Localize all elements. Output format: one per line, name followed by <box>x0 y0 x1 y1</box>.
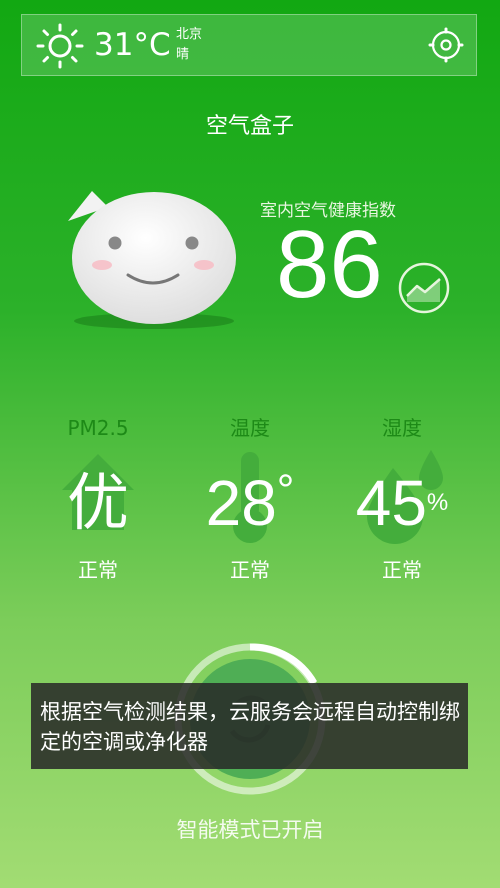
mascot-face-icon <box>68 191 236 329</box>
metric-value: 28° <box>205 466 295 539</box>
metric-title: PM2.5 <box>67 416 129 440</box>
metric-temperature[interactable]: 温度 28° 正常 <box>174 412 326 583</box>
health-index-value: 86 <box>276 211 383 318</box>
metric-pm25[interactable]: PM2.5 优 正常 <box>22 412 174 583</box>
metric-title: 温度 <box>230 416 270 440</box>
app-title: 空气盒子 <box>205 114 294 139</box>
metric-status: 正常 <box>230 558 270 582</box>
metric-status: 正常 <box>78 558 118 582</box>
weather-condition: 晴 <box>176 47 190 62</box>
metric-title: 湿度 <box>382 416 422 440</box>
metric-value: 优 <box>66 466 129 539</box>
settings-gear-icon[interactable] <box>428 27 464 63</box>
sun-icon <box>36 23 84 69</box>
metric-humidity[interactable]: 湿度 45% 正常 <box>326 412 478 583</box>
metric-status: 正常 <box>382 558 422 582</box>
city-name: 北京 <box>176 27 203 42</box>
trend-chart-icon[interactable] <box>398 262 450 314</box>
weather-bar: 31°C 北京 晴 <box>21 14 477 76</box>
temperature-readout: 31°C <box>94 27 171 63</box>
smart-mode-label: 智能模式已开启 <box>176 818 324 842</box>
city-block: 北京 晴 <box>176 25 202 65</box>
metric-value: 45% <box>355 467 449 539</box>
info-tooltip: 根据空气检测结果，云服务会远程自动控制绑定的空调或净化器 <box>31 683 468 769</box>
